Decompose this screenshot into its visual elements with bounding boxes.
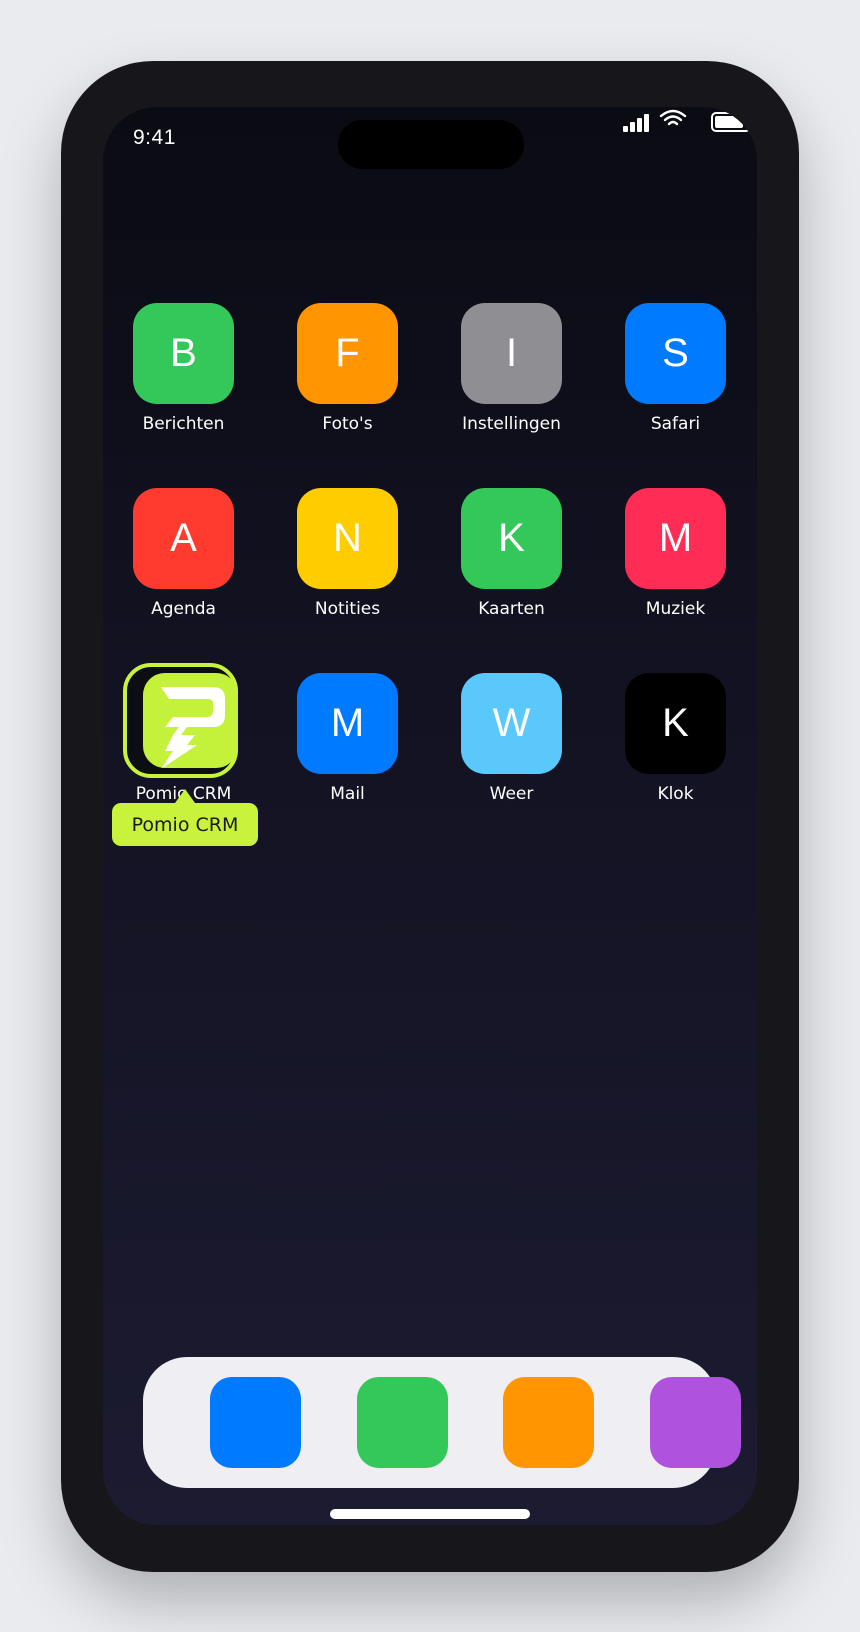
kaarten-icon[interactable]: K — [461, 488, 562, 589]
app-name-tooltip: Pomio CRM — [112, 789, 258, 846]
wifi-icon — [659, 109, 687, 126]
dynamic-island — [338, 120, 524, 169]
app-berichten[interactable]: B Berichten — [103, 303, 253, 463]
app-mail[interactable]: M Mail — [267, 673, 417, 833]
dock-app-4[interactable] — [650, 1377, 741, 1468]
app-label: Instellingen — [462, 414, 561, 434]
agenda-icon[interactable]: A — [133, 488, 234, 589]
mail-icon[interactable]: M — [297, 673, 398, 774]
app-safari[interactable]: S Safari — [595, 303, 745, 463]
app-instellingen[interactable]: I Instellingen — [431, 303, 581, 463]
app-label: Mail — [330, 784, 365, 804]
safari-icon[interactable]: S — [625, 303, 726, 404]
app-notities[interactable]: N Notities — [267, 488, 417, 648]
status-time: 9:41 — [133, 126, 176, 149]
app-klok[interactable]: K Klok — [595, 673, 745, 833]
pomio-crm-icon[interactable] — [143, 673, 238, 769]
dock-app-1[interactable] — [210, 1377, 301, 1468]
notities-icon[interactable]: N — [297, 488, 398, 589]
app-label: Kaarten — [478, 599, 545, 619]
fotos-icon[interactable]: F — [297, 303, 398, 404]
app-label: Berichten — [142, 414, 225, 434]
klok-icon[interactable]: K — [625, 673, 726, 774]
cellular-signal-icon — [623, 114, 649, 132]
app-label: Notities — [314, 599, 381, 619]
instellingen-icon[interactable]: I — [461, 303, 562, 404]
app-label: Agenda — [151, 599, 216, 619]
battery-icon — [711, 112, 755, 132]
app-kaarten[interactable]: K Kaarten — [431, 488, 581, 648]
berichten-icon[interactable]: B — [133, 303, 234, 404]
weer-icon[interactable]: W — [461, 673, 562, 774]
app-label: Safari — [650, 414, 701, 434]
app-label: Klok — [657, 784, 694, 804]
app-label: Muziek — [645, 599, 706, 619]
app-label: Weer — [489, 784, 534, 804]
dock-app-2[interactable] — [357, 1377, 448, 1468]
app-agenda[interactable]: A Agenda — [103, 488, 253, 648]
pomio-logo-icon — [161, 687, 225, 769]
app-label: Foto's — [322, 414, 373, 434]
app-muziek[interactable]: M Muziek — [595, 488, 745, 648]
home-screen: 9:41 B Berichten F Foto's I Instellingen — [103, 107, 757, 1525]
app-fotos[interactable]: F Foto's — [267, 303, 417, 463]
app-weer[interactable]: W Weer — [431, 673, 581, 833]
dock-app-3[interactable] — [503, 1377, 594, 1468]
muziek-icon[interactable]: M — [625, 488, 726, 589]
dock — [143, 1357, 741, 1488]
home-indicator[interactable] — [330, 1509, 530, 1519]
phone-frame: 9:41 B Berichten F Foto's I Instellingen — [61, 61, 799, 1572]
